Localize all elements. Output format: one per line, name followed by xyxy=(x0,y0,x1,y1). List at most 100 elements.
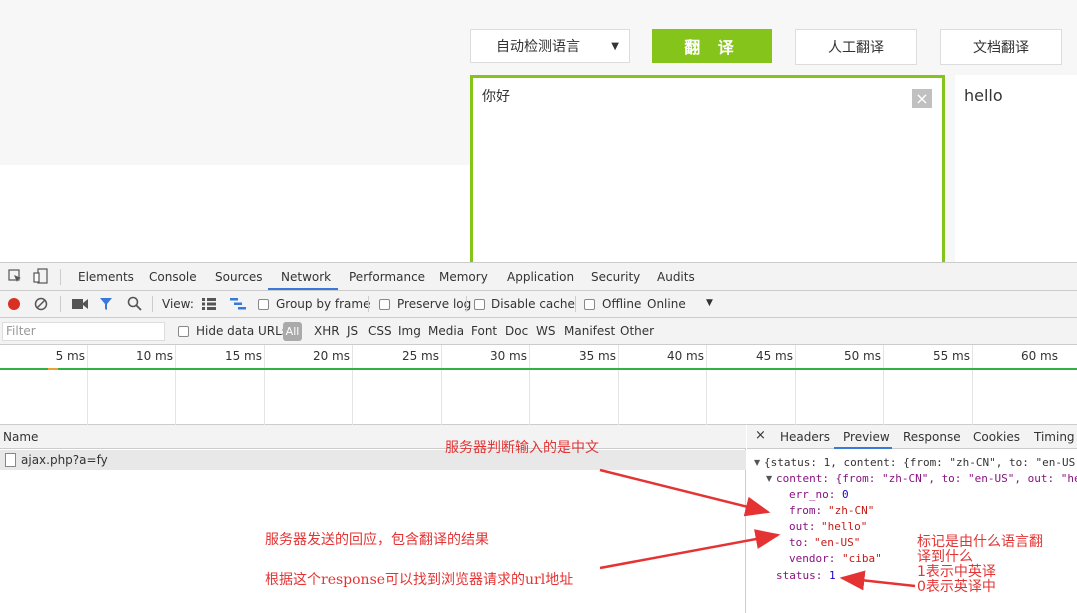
chevron-down-icon[interactable]: ▼ xyxy=(706,298,713,308)
timeline-gridline xyxy=(883,345,884,425)
source-text-area[interactable] xyxy=(470,75,945,265)
clear-icon[interactable]: × xyxy=(912,89,932,108)
human-translate-button[interactable]: 人工翻译 xyxy=(795,29,917,65)
json-key-from: from: xyxy=(789,504,823,517)
clear-log-icon[interactable] xyxy=(34,297,48,311)
tab-network[interactable]: Network xyxy=(281,270,331,284)
tab-elements[interactable]: Elements xyxy=(78,270,134,284)
source-text: 你好 xyxy=(482,89,510,105)
timeline-tick-label: 10 ms xyxy=(135,349,173,363)
tab-response[interactable]: Response xyxy=(903,430,961,444)
filter-type-img[interactable]: Img xyxy=(398,324,421,338)
json-val-err-no: 0 xyxy=(842,488,849,501)
file-icon xyxy=(5,453,16,467)
result-text: hello xyxy=(964,86,1003,105)
tab-cookies[interactable]: Cookies xyxy=(973,430,1020,444)
tab-performance[interactable]: Performance xyxy=(349,270,425,284)
filter-type-manifest[interactable]: Manifest xyxy=(564,324,615,338)
document-translate-button[interactable]: 文档翻译 xyxy=(940,29,1062,65)
hide-data-urls-label: Hide data URLs xyxy=(196,324,289,338)
timeline-tick-label: 20 ms xyxy=(312,349,350,363)
network-timeline[interactable]: 5 ms 10 ms 15 ms 20 ms 25 ms 30 ms 35 ms… xyxy=(0,345,1077,425)
divider xyxy=(368,296,369,312)
tab-headers[interactable]: Headers xyxy=(780,430,830,444)
filter-input[interactable]: Filter xyxy=(2,322,165,341)
translate-button[interactable]: 翻 译 xyxy=(652,29,772,63)
tab-application[interactable]: Application xyxy=(507,270,574,284)
annotation-status-line1: 标记是由什么语言翻 xyxy=(917,534,1043,550)
active-tab-indicator xyxy=(268,288,338,290)
device-toolbar-icon[interactable] xyxy=(33,268,49,284)
dropdown-arrow-icon: ▼ xyxy=(611,41,619,52)
timeline-gridline xyxy=(706,345,707,425)
filter-type-css[interactable]: CSS xyxy=(368,324,392,338)
filter-type-media[interactable]: Media xyxy=(428,324,464,338)
request-details-panel: × Headers Preview Response Cookies Timin… xyxy=(747,425,1077,613)
record-icon[interactable] xyxy=(7,297,21,311)
timeline-request-marker xyxy=(48,368,58,370)
timeline-gridline xyxy=(972,345,973,425)
tab-console[interactable]: Console xyxy=(149,270,197,284)
filter-type-xhr[interactable]: XHR xyxy=(314,324,340,338)
filter-type-ws[interactable]: WS xyxy=(536,324,555,338)
timeline-tick-label: 5 ms xyxy=(55,349,85,363)
annotation-status-line4: 0表示英译中 xyxy=(917,579,996,595)
throttling-select[interactable]: Online xyxy=(647,297,686,311)
name-column-header[interactable]: Name xyxy=(3,430,38,444)
filter-icon[interactable] xyxy=(99,297,113,311)
group-by-frame-checkbox[interactable] xyxy=(258,299,269,310)
timeline-gridline xyxy=(529,345,530,425)
expand-triangle-icon[interactable]: ▼ xyxy=(754,458,760,467)
annotation-server-response: 服务器发送的回应，包含翻译的结果 xyxy=(265,532,489,548)
offline-checkbox[interactable] xyxy=(584,299,595,310)
json-key-out: out: xyxy=(789,520,816,533)
expand-triangle-icon[interactable]: ▼ xyxy=(766,474,772,483)
timeline-tick-label: 35 ms xyxy=(578,349,616,363)
json-content-line: content: {from: "zh-CN", to: "en-US", ou… xyxy=(776,472,1077,485)
filter-type-font[interactable]: Font xyxy=(471,324,497,338)
filter-type-js[interactable]: JS xyxy=(347,324,358,338)
filter-type-other[interactable]: Other xyxy=(620,324,654,338)
request-name[interactable]: ajax.php?a=fy xyxy=(21,453,108,467)
json-key-vendor: vendor: xyxy=(789,552,836,565)
timeline-tick-label: 55 ms xyxy=(932,349,970,363)
search-icon[interactable] xyxy=(127,296,142,311)
tab-sources[interactable]: Sources xyxy=(215,270,262,284)
json-val-status: 1 xyxy=(829,569,836,582)
language-select[interactable]: 自动检测语言 ▼ xyxy=(470,29,630,63)
filter-type-all[interactable]: All xyxy=(283,322,302,341)
timeline-tick-label: 25 ms xyxy=(401,349,439,363)
divider xyxy=(60,269,61,285)
json-val-out: "hello" xyxy=(821,520,868,533)
tab-timing[interactable]: Timing xyxy=(1034,430,1075,444)
tab-memory[interactable]: Memory xyxy=(439,270,488,284)
inspect-element-icon[interactable] xyxy=(8,269,22,283)
divider xyxy=(466,296,467,312)
table-row[interactable]: ajax.php?a=fy xyxy=(0,450,746,470)
preserve-log-label: Preserve log xyxy=(397,297,472,311)
timeline-gridline xyxy=(264,345,265,425)
timeline-gridline xyxy=(795,345,796,425)
disable-cache-checkbox[interactable] xyxy=(474,299,485,310)
timeline-tick-label: 60 ms xyxy=(1020,349,1058,363)
waterfall-view-icon[interactable] xyxy=(230,298,246,310)
json-val-vendor: "ciba" xyxy=(842,552,882,565)
timeline-tick-label: 15 ms xyxy=(224,349,262,363)
timeline-tick-label: 45 ms xyxy=(755,349,793,363)
view-label: View: xyxy=(162,297,194,311)
camera-icon[interactable] xyxy=(72,298,88,310)
devtools-tabbar: Elements Console Sources Network Perform… xyxy=(0,263,1077,291)
json-root-line: {status: 1, content: {from: "zh-CN", to:… xyxy=(764,456,1077,469)
tab-security[interactable]: Security xyxy=(591,270,640,284)
timeline-tick-label: 40 ms xyxy=(666,349,704,363)
tab-audits[interactable]: Audits xyxy=(657,270,695,284)
json-val-from: "zh-CN" xyxy=(828,504,875,517)
list-view-icon[interactable] xyxy=(202,298,216,310)
hide-data-urls-checkbox[interactable] xyxy=(178,326,189,337)
preserve-log-checkbox[interactable] xyxy=(379,299,390,310)
tab-preview[interactable]: Preview xyxy=(843,430,890,444)
timeline-tick-label: 50 ms xyxy=(843,349,881,363)
close-icon[interactable]: × xyxy=(755,428,766,443)
filter-type-doc[interactable]: Doc xyxy=(505,324,528,338)
group-by-frame-label: Group by frame xyxy=(276,297,371,311)
